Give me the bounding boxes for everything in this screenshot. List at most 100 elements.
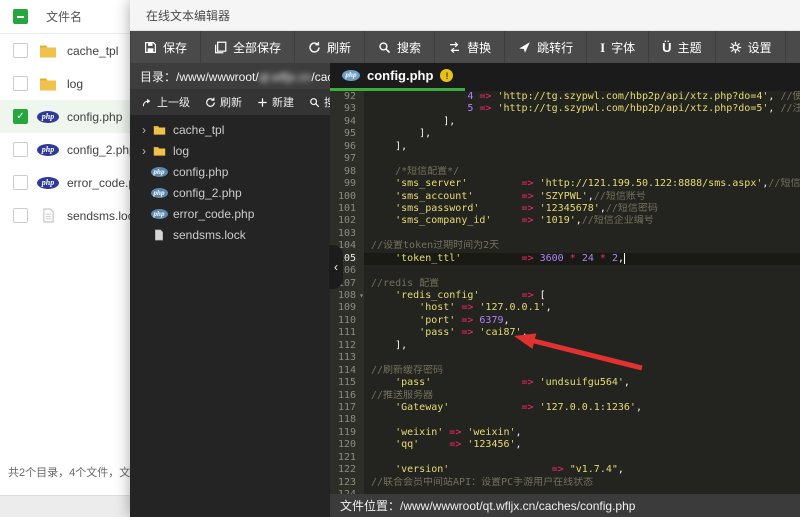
code-line-content[interactable]: 'pass' => 'cai87', bbox=[364, 327, 800, 339]
code-line-116[interactable]: 116//推送服务器 bbox=[330, 389, 800, 402]
code-line-101[interactable]: 101 'sms_password' => '12345678',//短信密码 bbox=[330, 202, 800, 216]
row-checkbox[interactable] bbox=[13, 175, 28, 190]
code-line-content[interactable] bbox=[364, 153, 800, 165]
code-line-124[interactable]: 124 bbox=[330, 489, 800, 494]
code-line-content[interactable]: 'sms_password' => '12345678',//短信密码 bbox=[364, 203, 800, 215]
refresh-button[interactable]: 刷新 bbox=[295, 31, 366, 63]
code-editor[interactable]: 92 4 => 'http://tg.szypwl.com/hbp2p/api/… bbox=[330, 91, 800, 494]
code-line-119[interactable]: 119 'weixin' => 'weixin', bbox=[330, 426, 800, 440]
code-line-107[interactable]: 107//redis 配置 bbox=[330, 277, 800, 290]
new-action[interactable]: 新建 bbox=[257, 94, 294, 110]
expand-chevron-icon[interactable]: › bbox=[138, 123, 150, 137]
code-line-115[interactable]: 115 'pass' => 'undsuifgu564', bbox=[330, 377, 800, 390]
code-line-111[interactable]: 111 'pass' => 'cai87', bbox=[330, 327, 800, 340]
file-row-log[interactable]: log bbox=[0, 67, 130, 100]
code-line-content[interactable]: ], bbox=[364, 340, 800, 352]
code-line-content[interactable]: ], bbox=[364, 141, 800, 153]
code-line-123[interactable]: 123//联合会员中间站API：设置PC手游用户在线状态 bbox=[330, 476, 800, 489]
code-line-content[interactable]: //推送服务器 bbox=[364, 390, 800, 402]
line-number[interactable]: 123 bbox=[330, 476, 364, 489]
code-line-content[interactable]: 'token_ttl' => 3600 * 24 * 2, bbox=[364, 252, 800, 266]
row-checkbox[interactable] bbox=[13, 142, 28, 157]
select-all-checkbox[interactable] bbox=[13, 9, 28, 24]
file-row-config_2.php[interactable]: php config_2.php bbox=[0, 133, 130, 166]
line-number[interactable]: 122 bbox=[330, 464, 364, 477]
code-line-122[interactable]: 122 'version' => "v1.7.4", bbox=[330, 464, 800, 477]
code-line-content[interactable]: 'port' => 6379, bbox=[364, 315, 800, 327]
code-line-102[interactable]: 102 'sms_company_id' => '1019',//短信企业编号 bbox=[330, 215, 800, 228]
row-checkbox[interactable] bbox=[13, 76, 28, 91]
line-number[interactable]: 115 bbox=[330, 377, 364, 390]
tab-config-php[interactable]: php config.php ! bbox=[330, 63, 466, 91]
code-line-93[interactable]: 93 5 => 'http://tg.szypwl.com/hbp2p/api/… bbox=[330, 103, 800, 116]
line-number[interactable]: 96 bbox=[330, 140, 364, 154]
line-number[interactable]: 103 bbox=[330, 227, 364, 241]
tree-item-cache_tpl[interactable]: › cache_tpl bbox=[130, 119, 330, 140]
line-number[interactable]: 113 bbox=[330, 352, 364, 365]
replace-button[interactable]: 替换 bbox=[435, 31, 506, 63]
code-line-content[interactable]: 'sms_company_id' => '1019',//短信企业编号 bbox=[364, 215, 800, 227]
code-line-content[interactable]: 5 => 'http://tg.szypwl.com/hbp2p/api/xtz… bbox=[364, 103, 800, 115]
font-button[interactable]: I 字体 bbox=[587, 31, 650, 63]
code-line-92[interactable]: 92 4 => 'http://tg.szypwl.com/hbp2p/api/… bbox=[330, 91, 800, 104]
code-line-120[interactable]: 120 'qq' => '123456', bbox=[330, 439, 800, 452]
code-line-content[interactable]: //redis 配置 bbox=[364, 278, 800, 290]
file-row-error_code.php[interactable]: php error_code.php bbox=[0, 166, 130, 199]
line-number[interactable]: 117 bbox=[330, 401, 364, 415]
code-line-104[interactable]: 104//设置token过期时间为2天 bbox=[330, 240, 800, 253]
save-button[interactable]: 保存 bbox=[130, 31, 202, 63]
expand-chevron-icon[interactable]: › bbox=[138, 144, 150, 158]
fold-marker-icon[interactable]: ▾ bbox=[359, 290, 364, 302]
code-line-content[interactable]: //联合会员中间站API：设置PC手游用户在线状态 bbox=[364, 477, 800, 489]
code-line-117[interactable]: 117 'Gateway' => '127.0.0.1:1236', bbox=[330, 401, 800, 415]
line-number[interactable]: 110 bbox=[330, 314, 364, 328]
code-line-content[interactable]: //设置token过期时间为2天 bbox=[364, 240, 800, 252]
code-line-content[interactable]: 'version' => "v1.7.4", bbox=[364, 464, 800, 476]
code-line-content[interactable]: 'Gateway' => '127.0.0.1:1236', bbox=[364, 402, 800, 414]
hotkeys-button[interactable]: 快捷键 bbox=[786, 31, 800, 63]
line-number[interactable]: 92 bbox=[330, 91, 364, 104]
row-checkbox[interactable] bbox=[13, 43, 28, 58]
line-number[interactable]: 98 bbox=[330, 165, 364, 179]
line-number[interactable]: 109 bbox=[330, 302, 364, 315]
line-number[interactable]: 95 bbox=[330, 128, 364, 141]
code-line-121[interactable]: 121 bbox=[330, 451, 800, 465]
row-checkbox[interactable] bbox=[13, 208, 28, 223]
code-line-100[interactable]: 100 'sms_account' => 'SZYPWL',//短信账号 bbox=[330, 190, 800, 203]
code-line-content[interactable]: /*短信配置*/ bbox=[364, 166, 800, 178]
code-line-content[interactable]: 'pass' => 'undsuifgu564', bbox=[364, 377, 800, 389]
code-line-content[interactable] bbox=[364, 352, 800, 364]
tree-item-sendsms.lock[interactable]: sendsms.lock bbox=[130, 224, 330, 245]
code-line-113[interactable]: 113 bbox=[330, 352, 800, 365]
code-line-content[interactable]: 'sms_server' => 'http://121.199.50.122:8… bbox=[364, 178, 800, 190]
theme-button[interactable]: Ü 主题 bbox=[649, 31, 716, 63]
file-row-sendsms.lock[interactable]: sendsms.lock bbox=[0, 199, 130, 232]
refresh-action[interactable]: 刷新 bbox=[205, 94, 242, 110]
code-line-99[interactable]: 99 'sms_server' => 'http://121.199.50.12… bbox=[330, 178, 800, 191]
code-line-content[interactable]: 'weixin' => 'weixin', bbox=[364, 427, 800, 439]
tree-item-log[interactable]: › log bbox=[130, 140, 330, 161]
code-line-content[interactable] bbox=[364, 228, 800, 240]
code-line-content[interactable]: 'sms_account' => 'SZYPWL',//短信账号 bbox=[364, 191, 800, 203]
code-line-content[interactable] bbox=[364, 489, 800, 494]
code-line-content[interactable]: 'redis_config' => [ bbox=[364, 290, 800, 302]
tree-item-config_2.php[interactable]: php config_2.php bbox=[130, 182, 330, 203]
code-line-98[interactable]: 98 /*短信配置*/ bbox=[330, 165, 800, 179]
line-number[interactable]: 111 bbox=[330, 327, 364, 340]
code-line-content[interactable] bbox=[364, 452, 800, 464]
line-number[interactable]: 119 bbox=[330, 426, 364, 440]
code-line-110[interactable]: 110 'port' => 6379, bbox=[330, 314, 800, 328]
code-line-94[interactable]: 94 ], bbox=[330, 115, 800, 129]
collapse-panel-handle[interactable]: ‹ bbox=[329, 245, 343, 289]
tree-item-error_code.php[interactable]: php error_code.php bbox=[130, 203, 330, 224]
up-level-action[interactable]: 上一级 bbox=[142, 94, 190, 110]
line-number[interactable]: 112 bbox=[330, 339, 364, 353]
tree-item-config.php[interactable]: php config.php bbox=[130, 161, 330, 182]
line-number[interactable]: 101 bbox=[330, 202, 364, 216]
line-number[interactable]: 93 bbox=[330, 103, 364, 116]
code-line-content[interactable]: //刷新缓存密码 bbox=[364, 365, 800, 377]
code-line-112[interactable]: 112 ], bbox=[330, 339, 800, 353]
code-line-108[interactable]: 108 ▾ 'redis_config' => [ bbox=[330, 290, 800, 303]
code-line-content[interactable]: 'host' => '127.0.0.1', bbox=[364, 302, 800, 314]
code-line-content[interactable]: ], bbox=[364, 128, 800, 140]
